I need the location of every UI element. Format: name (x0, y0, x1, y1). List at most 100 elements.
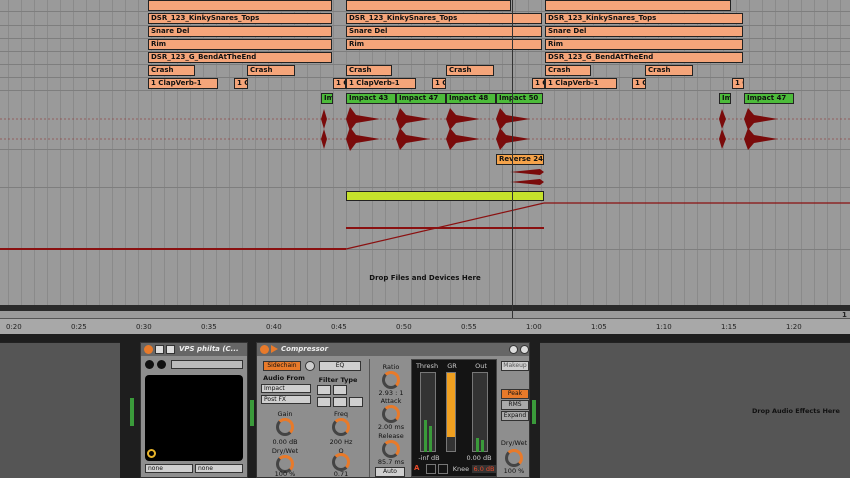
vps-select-1[interactable]: none (145, 464, 193, 473)
audio-clip[interactable]: DSR_123_G_BendAtTheEnd (148, 52, 332, 63)
drywet2-knob[interactable] (505, 449, 523, 467)
audio-clip[interactable] (148, 0, 332, 11)
expand-button[interactable]: Expand (501, 411, 529, 421)
audio-clip[interactable]: Crash (645, 65, 693, 76)
makeup-button[interactable]: Makeup (501, 361, 529, 371)
attack-value: 2.00 ms (377, 423, 405, 431)
vps-power-icon[interactable] (144, 345, 153, 354)
post-fx-select[interactable]: Post FX (261, 395, 311, 404)
audio-clip[interactable]: 1 C (732, 78, 744, 89)
audio-clip[interactable]: DSR_123_KinkySnares_Tops (148, 13, 332, 24)
time-ruler[interactable]: 0:20 0:25 0:30 0:35 0:40 0:45 0:50 0:55 1:00 1:05… (0, 311, 850, 334)
arrangement-view[interactable]: DSR_123_KinkySnares_Tops DSR_123_KinkySna… (0, 0, 850, 320)
audio-clip[interactable]: 1 Cl (432, 78, 446, 89)
freq-knob[interactable] (332, 418, 350, 436)
vps-record-icon[interactable] (145, 360, 154, 369)
audio-clip[interactable]: DSR_123_KinkySnares_Tops (545, 13, 743, 24)
knee-label: Knee (452, 465, 470, 473)
audio-clip[interactable]: Crash (545, 65, 591, 76)
divider (369, 359, 370, 477)
audio-clip[interactable]: 1 Cl (632, 78, 646, 89)
release-label: Release (378, 432, 404, 440)
audio-clip[interactable]: Crash (446, 65, 494, 76)
audio-clip[interactable]: Snare Del (148, 26, 332, 37)
attack-knob[interactable] (382, 405, 400, 423)
thresh-meter-fill-2 (429, 426, 432, 452)
ruler-label: 0:30 (136, 323, 152, 331)
audio-clip[interactable]: Rim (148, 39, 332, 50)
audio-source-select[interactable]: Impact (261, 384, 311, 393)
automation-envelope (0, 202, 850, 250)
audio-clip[interactable]: Crash (346, 65, 392, 76)
reverse-waveform (510, 169, 544, 185)
eq-button[interactable]: EQ (319, 361, 361, 371)
sidechain-button[interactable]: Sidechain (263, 361, 301, 371)
audio-clip[interactable]: 1 Cl (234, 78, 248, 89)
filter-lowpass-button[interactable] (317, 385, 331, 395)
audio-clip[interactable]: Rim (545, 39, 743, 50)
out-value: 0.00 dB (466, 454, 492, 462)
effects-drop-zone[interactable]: Drop Audio Effects Here (540, 342, 850, 478)
filter-notch-button[interactable] (333, 397, 347, 407)
compressor-play-icon[interactable] (271, 345, 278, 353)
audio-clip[interactable]: 1 ClapVerb-1 (346, 78, 416, 89)
out-meter[interactable] (472, 372, 488, 452)
thresh-value: -inf dB (418, 454, 440, 462)
audio-clip[interactable]: DSR_123_G_BendAtTheEnd (545, 52, 743, 63)
vps-select-2[interactable]: none (195, 464, 243, 473)
rms-button[interactable]: RMS (501, 400, 529, 410)
audio-clip[interactable]: 1 ClapVerb-1 (545, 78, 617, 89)
audio-clip[interactable]: 1 C (532, 78, 545, 89)
release-knob[interactable] (382, 440, 400, 458)
left-meter (130, 398, 134, 426)
freq-label: Freq (334, 410, 348, 418)
compressor-title[interactable]: Compressor (257, 343, 529, 356)
compressor-hotswap-icon[interactable] (520, 345, 529, 354)
compressor-save-icon[interactable] (509, 345, 518, 354)
gain-label: Gain (277, 410, 293, 418)
sidechain-toggle-icon[interactable] (305, 361, 315, 371)
compressor-power-icon[interactable] (260, 345, 269, 354)
knee-value[interactable]: 6.0 dB (472, 465, 496, 473)
peak-button[interactable]: Peak (501, 389, 529, 399)
vps-pad-handle-icon[interactable] (147, 449, 156, 458)
drywet-label: Dry/Wet (271, 447, 299, 455)
q-knob[interactable] (332, 453, 350, 471)
vps-xy-pad[interactable] (145, 375, 243, 461)
vps-fold-icon[interactable] (155, 345, 164, 354)
audio-clip[interactable]: Snare Del (545, 26, 743, 37)
thresh-meter-fill (424, 420, 427, 452)
ruler-label: 0:40 (266, 323, 282, 331)
ruler-label: 0:25 (71, 323, 87, 331)
audio-clip[interactable]: Crash (247, 65, 295, 76)
auto-button[interactable]: Auto (375, 467, 405, 477)
ruler-label: 1:00 (526, 323, 542, 331)
model-a-icon[interactable]: A (414, 464, 424, 474)
env-icon[interactable] (438, 464, 448, 474)
filter-type-label: Filter Type (318, 376, 358, 384)
vps-edit-icon[interactable] (166, 345, 175, 354)
q-value: 0.71 (333, 470, 349, 478)
filter-band-button[interactable] (333, 385, 347, 395)
scrollbar[interactable] (0, 305, 850, 311)
comp-output-meter (532, 400, 536, 424)
vps-record2-icon[interactable] (157, 360, 166, 369)
audio-clip[interactable] (346, 0, 511, 11)
ratio-knob[interactable] (382, 371, 400, 389)
audio-clip[interactable] (545, 0, 731, 11)
drop-effects-text: Drop Audio Effects Here (752, 407, 840, 415)
audio-clip[interactable]: Crash (148, 65, 195, 76)
audio-clip[interactable]: 1 ClapVerb-1 (148, 78, 218, 89)
curve-icon[interactable] (426, 464, 436, 474)
filter-peak-button[interactable] (349, 397, 363, 407)
gain-knob[interactable] (276, 418, 294, 436)
filter-highpass-button[interactable] (317, 397, 331, 407)
drop-zone[interactable]: Drop Files and Devices Here (0, 252, 850, 304)
thresh-meter[interactable] (420, 372, 436, 452)
ratio-value: 2.93 : 1 (378, 389, 404, 397)
audio-clip[interactable]: 1 C (333, 78, 346, 89)
left-panel (0, 342, 120, 478)
gr-label: GR (447, 362, 457, 370)
drop-files-text: Drop Files and Devices Here (369, 274, 481, 282)
reverse-clip[interactable]: Reverse 24 (496, 154, 544, 165)
